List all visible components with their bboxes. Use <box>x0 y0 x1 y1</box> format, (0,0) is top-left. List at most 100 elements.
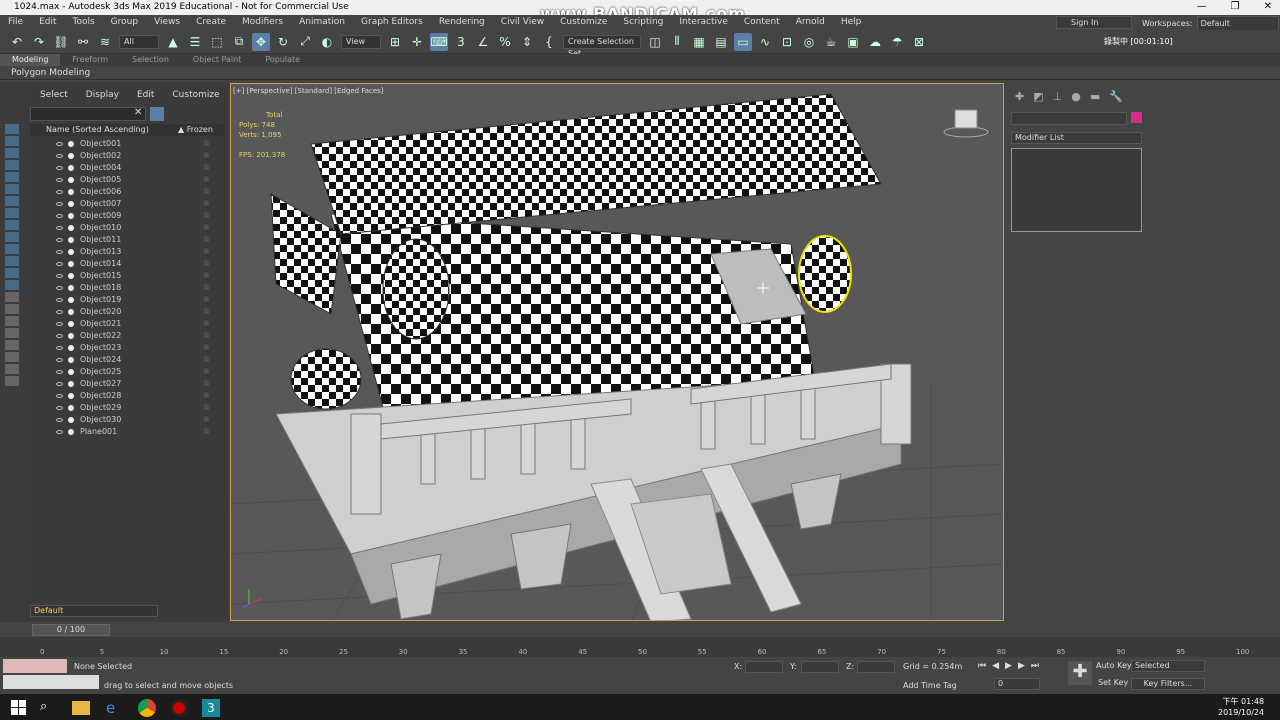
list-item[interactable]: Object024 ✲ <box>30 354 225 366</box>
visibility-eye-icon[interactable] <box>56 394 63 398</box>
maximize-button[interactable]: ❐ <box>1231 1 1240 12</box>
taskbar-clock[interactable]: 下午 01:48 2019/10/24 <box>1218 696 1264 718</box>
unlink-icon[interactable]: ⚯ <box>74 33 92 51</box>
list-item[interactable]: Object009 ✲ <box>30 210 225 222</box>
reference-coord-select[interactable]: View <box>341 34 381 49</box>
explorer-menu-display[interactable]: Display <box>86 90 119 100</box>
align-icon[interactable]: ⫴ <box>668 33 686 51</box>
viewport-label[interactable]: [+] [Perspective] [Standard] [Edged Face… <box>233 87 384 95</box>
object-name-input[interactable] <box>1011 112 1127 125</box>
column-name[interactable]: Name (Sorted Ascending) <box>46 124 149 136</box>
list-item[interactable]: Object028 ✲ <box>30 390 225 402</box>
rotate-icon[interactable]: ↻ <box>274 33 292 51</box>
frozen-icon[interactable]: ✲ <box>203 174 210 186</box>
frozen-icon[interactable]: ✲ <box>203 222 210 234</box>
hierarchy-tab-icon[interactable]: ⊥ <box>1053 90 1063 103</box>
link-icon[interactable]: ⛓ <box>52 33 70 51</box>
menu-animation[interactable]: Animation <box>291 15 353 30</box>
chrome-icon[interactable] <box>138 699 156 717</box>
modify-tab-icon[interactable]: ◩ <box>1033 90 1043 103</box>
visibility-eye-icon[interactable] <box>56 310 63 314</box>
create-tab-icon[interactable]: ✚ <box>1015 90 1024 103</box>
explorer-filter-icon[interactable] <box>5 172 19 182</box>
rect-selection-icon[interactable]: ⬚ <box>208 33 226 51</box>
menu-scripting[interactable]: Scripting <box>615 15 671 30</box>
explorer-filter-icon[interactable] <box>5 376 19 386</box>
explorer-menu-customize[interactable]: Customize <box>172 90 219 100</box>
explorer-filter-icon[interactable] <box>5 124 19 134</box>
frozen-icon[interactable]: ✲ <box>203 186 210 198</box>
named-selection-select[interactable]: Create Selection Set <box>563 34 641 58</box>
list-item[interactable]: Object015 ✲ <box>30 270 225 282</box>
menu-help[interactable]: Help <box>833 15 870 30</box>
explorer-filter-icon[interactable] <box>5 136 19 146</box>
tab-modeling[interactable]: Modeling <box>0 54 61 66</box>
move-icon[interactable]: ✥ <box>252 32 270 51</box>
auto-key-button[interactable]: Auto Key <box>1096 661 1132 670</box>
explorer-filter-icon[interactable] <box>5 268 19 278</box>
explorer-menu-edit[interactable]: Edit <box>137 90 154 100</box>
list-item[interactable]: Object005 ✲ <box>30 174 225 186</box>
key-filters-button[interactable]: Key Filters... <box>1131 678 1205 690</box>
material-editor-icon[interactable]: ◎ <box>800 33 818 51</box>
menu-group[interactable]: Group <box>103 15 146 30</box>
frozen-icon[interactable]: ✲ <box>203 270 210 282</box>
list-item[interactable]: Object004 ✲ <box>30 162 225 174</box>
frozen-icon[interactable]: ✲ <box>203 150 210 162</box>
angle-snap-icon[interactable]: ∠ <box>474 33 492 51</box>
schematic-view-icon[interactable]: ⊡ <box>778 33 796 51</box>
column-frozen[interactable]: ▲ Frozen <box>178 124 213 136</box>
list-item[interactable]: Object020 ✲ <box>30 306 225 318</box>
visibility-eye-icon[interactable] <box>56 298 63 302</box>
explorer-search-input[interactable] <box>30 107 146 121</box>
3dsmax-icon[interactable]: 3 <box>202 699 220 717</box>
visibility-eye-icon[interactable] <box>56 190 63 194</box>
add-time-tag[interactable]: Add Time Tag <box>903 681 957 690</box>
visibility-eye-icon[interactable] <box>56 154 63 158</box>
render-setup-icon[interactable]: ☕ <box>822 33 840 51</box>
menu-content[interactable]: Content <box>736 15 788 30</box>
menu-modifiers[interactable]: Modifiers <box>234 15 291 30</box>
file-explorer-icon[interactable] <box>72 701 90 715</box>
explorer-filter-icon[interactable] <box>5 328 19 338</box>
explorer-filter-icon[interactable] <box>5 256 19 266</box>
scene-explorer-icon[interactable]: ▦ <box>690 33 708 51</box>
mirror-icon[interactable]: ◫ <box>646 33 664 51</box>
list-item[interactable]: Object014 ✲ <box>30 258 225 270</box>
frozen-icon[interactable]: ✲ <box>203 234 210 246</box>
visibility-eye-icon[interactable] <box>56 418 63 422</box>
frozen-icon[interactable]: ✲ <box>203 318 210 330</box>
render-icon[interactable]: ☁ <box>866 33 884 51</box>
rendered-frame-icon[interactable]: ▣ <box>844 33 862 51</box>
track-bar[interactable]: 0 5 10 15 20 25 30 35 40 45 50 55 60 65 70 75 80 85 90 95 10… <box>0 637 1280 657</box>
select-by-name-icon[interactable]: ☰ <box>186 33 204 51</box>
explorer-filter-icon[interactable] <box>5 232 19 242</box>
tab-object-paint[interactable]: Object Paint <box>181 54 253 66</box>
list-item[interactable]: Object010 ✲ <box>30 222 225 234</box>
frozen-icon[interactable]: ✲ <box>203 138 210 150</box>
windows-start-icon[interactable] <box>11 700 26 715</box>
menu-tools[interactable]: Tools <box>65 15 103 30</box>
frozen-icon[interactable]: ✲ <box>203 402 210 414</box>
go-to-start-icon[interactable]: ⏮ <box>978 661 986 671</box>
list-item[interactable]: Object001 ✲ <box>30 138 225 150</box>
workspaces-select[interactable]: Default <box>1196 16 1279 31</box>
list-item[interactable]: Object025 ✲ <box>30 366 225 378</box>
list-item[interactable]: Object006 ✲ <box>30 186 225 198</box>
prev-frame-icon[interactable]: ◀ <box>992 661 999 671</box>
y-coord-field[interactable] <box>801 661 839 673</box>
visibility-eye-icon[interactable] <box>56 334 63 338</box>
explorer-filter-icon[interactable] <box>5 364 19 374</box>
explorer-filter-icon[interactable] <box>5 352 19 362</box>
motion-tab-icon[interactable]: ● <box>1071 90 1081 103</box>
visibility-eye-icon[interactable] <box>56 406 63 410</box>
frozen-icon[interactable]: ✲ <box>203 258 210 270</box>
visibility-eye-icon[interactable] <box>56 370 63 374</box>
frozen-icon[interactable]: ✲ <box>203 162 210 174</box>
object-color-swatch[interactable] <box>1131 112 1142 123</box>
display-tab-icon[interactable]: ▬ <box>1090 90 1100 103</box>
tab-freeform[interactable]: Freeform <box>60 54 120 66</box>
tab-selection[interactable]: Selection <box>120 54 181 66</box>
manipulate-icon[interactable]: ✛ <box>408 33 426 51</box>
play-icon[interactable]: ▶ <box>1005 661 1012 671</box>
